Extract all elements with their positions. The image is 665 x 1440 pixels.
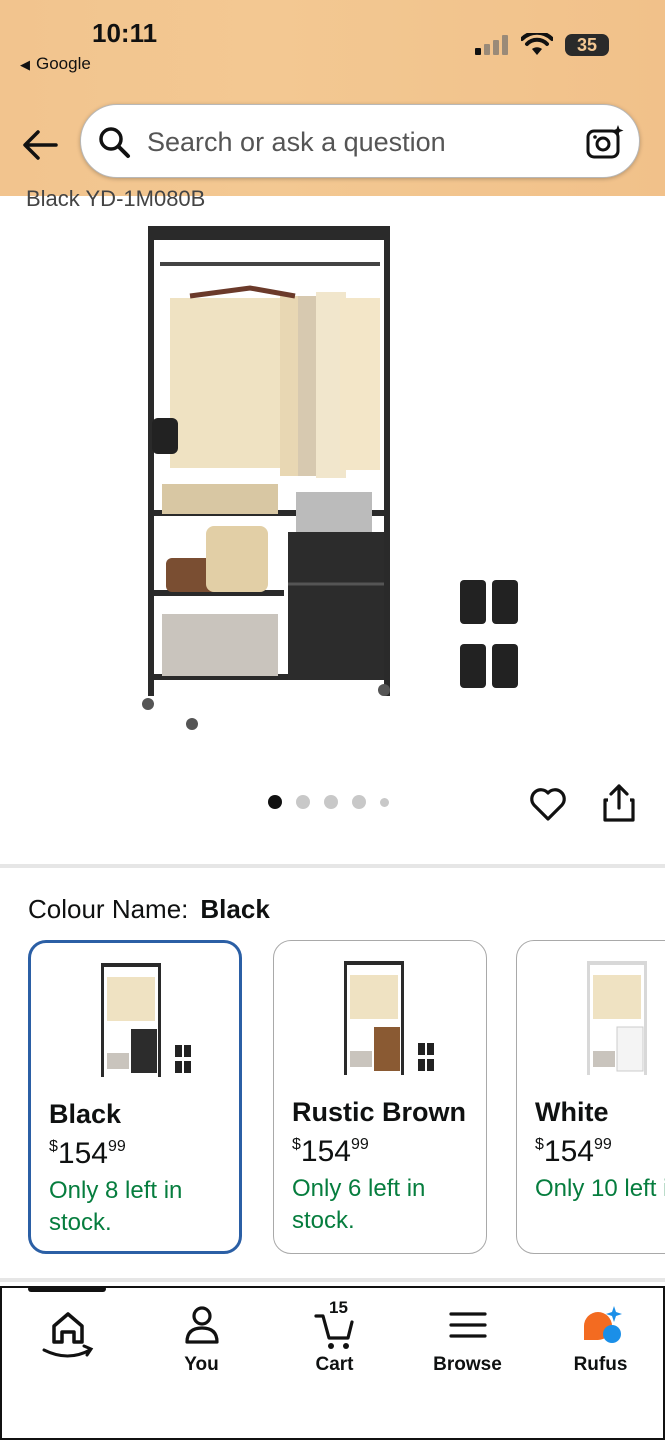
tab-cart[interactable]: 15 Cart — [268, 1288, 401, 1398]
tab-label: Browse — [433, 1354, 502, 1375]
variation-thumbnail — [101, 963, 191, 1077]
price-fraction: 99 — [350, 1136, 369, 1153]
tab-home[interactable] — [2, 1288, 135, 1398]
camera-search-icon[interactable] — [585, 123, 625, 161]
carousel-dot[interactable] — [268, 795, 282, 809]
back-triangle-icon: ◀ — [20, 57, 30, 72]
status-icons: 35 — [475, 33, 609, 57]
variation-name: Rustic Brown — [292, 1097, 467, 1127]
carousel-dot[interactable] — [324, 795, 338, 809]
cart-icon — [314, 1314, 354, 1349]
status-time: 10:11 — [92, 18, 158, 48]
price-currency: $ — [535, 1136, 544, 1153]
battery-level: 35 — [576, 35, 598, 55]
price-currency: $ — [292, 1136, 301, 1153]
section-divider — [0, 1278, 665, 1282]
wishlist-heart-icon[interactable] — [528, 784, 568, 824]
product-image[interactable] — [130, 218, 540, 738]
tab-rufus[interactable]: Rufus — [534, 1288, 665, 1398]
variation-name: Black — [49, 1099, 122, 1129]
battery-indicator: 35 — [565, 34, 609, 56]
tab-label: Cart — [315, 1354, 354, 1375]
image-carousel-dots[interactable] — [268, 795, 389, 809]
carousel-dot[interactable] — [352, 795, 366, 809]
carousel-dot[interactable] — [296, 795, 310, 809]
price-whole: 154 — [543, 1135, 594, 1168]
price-fraction: 99 — [107, 1138, 126, 1155]
colour-option-white[interactable]: White $15499 Only 10 left in stock. — [516, 940, 665, 1254]
colour-name-label: Colour Name: Black — [28, 894, 270, 925]
back-to-app-link[interactable]: ◀ Google — [20, 54, 91, 74]
bottom-tab-bar: You 15 Cart Browse Rufus — [0, 1286, 665, 1440]
colour-label-text: Colour Name: — [28, 894, 189, 924]
variation-thumbnail — [344, 961, 434, 1075]
stock-status: Only 10 left in stock. — [535, 1175, 665, 1202]
menu-icon — [449, 1312, 487, 1338]
tab-you[interactable]: You — [135, 1288, 268, 1398]
back-app-label: Google — [36, 54, 91, 73]
price-whole: 154 — [57, 1137, 108, 1170]
variation-price: $15499 — [292, 1135, 369, 1169]
colour-options: Black $15499 Only 8 left in stock. Rusti… — [28, 940, 665, 1260]
stock-status: Only 8 left in stock. — [49, 1177, 183, 1236]
variation-price: $15499 — [49, 1137, 126, 1171]
rufus-icon — [584, 1306, 622, 1343]
colour-option-black[interactable]: Black $15499 Only 8 left in stock. — [28, 940, 242, 1254]
section-divider — [0, 864, 665, 868]
tab-browse[interactable]: Browse — [401, 1288, 534, 1398]
search-input[interactable]: Search or ask a question — [80, 104, 640, 178]
person-icon — [185, 1306, 219, 1344]
search-placeholder: Search or ask a question — [147, 127, 446, 157]
tab-label: You — [184, 1354, 219, 1375]
carousel-dot[interactable] — [380, 797, 389, 807]
wifi-icon — [521, 33, 553, 55]
active-tab-indicator — [28, 1286, 106, 1292]
variation-price: $15499 — [535, 1135, 612, 1169]
price-whole: 154 — [300, 1135, 351, 1168]
app-header: 10:11 ◀ Google 35 Search or ask a questio… — [0, 0, 665, 196]
colour-option-rustic-brown[interactable]: Rustic Brown $15499 Only 6 left in stock… — [273, 940, 487, 1254]
stock-status: Only 6 left in stock. — [292, 1175, 426, 1234]
variation-name: White — [535, 1097, 609, 1127]
price-currency: $ — [49, 1138, 58, 1155]
home-icon — [42, 1312, 94, 1358]
back-arrow-icon[interactable] — [22, 128, 58, 162]
product-title-partial: Black YD-1M080B — [26, 186, 206, 210]
tab-label: Rufus — [573, 1354, 628, 1375]
price-fraction: 99 — [593, 1136, 612, 1153]
search-icon — [99, 127, 130, 158]
signal-icon — [475, 35, 508, 55]
variation-thumbnail — [587, 961, 647, 1075]
share-icon[interactable] — [600, 782, 638, 824]
selected-colour: Black — [200, 894, 270, 924]
